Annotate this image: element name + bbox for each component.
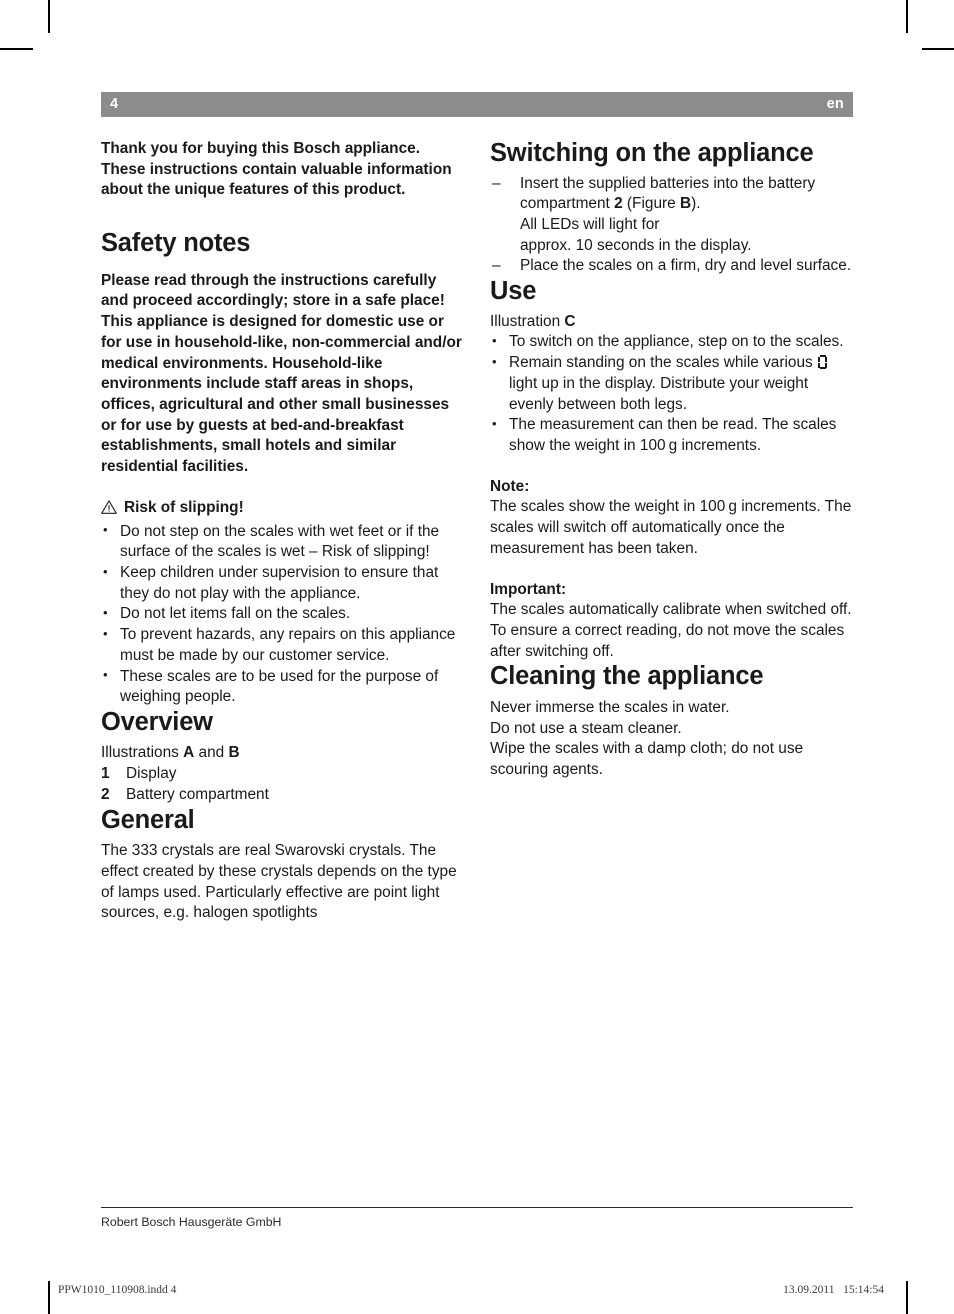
important-label: Important:	[490, 580, 567, 598]
legend-label: Battery compartment	[126, 786, 269, 804]
slug-timestamp: 13.09.2011 15:14:54	[783, 1284, 884, 1296]
language-code: en	[826, 96, 844, 113]
note-text: The scales show the weight in 100 g incr…	[490, 498, 852, 557]
legend-number: 2	[101, 786, 110, 804]
right-column: Switching on the appliance Insert the su…	[490, 139, 852, 924]
page-content: 4 en Thank you for buying this Bosch app…	[101, 92, 853, 1252]
list-item: Keep children under supervision to ensur…	[101, 563, 463, 604]
overview-illustration-a: A	[183, 743, 195, 761]
list-item: Remain standing on the scales while vari…	[490, 353, 852, 415]
heading-switching-on-the-appliance: Switching on the appliance	[490, 139, 814, 167]
heading-cleaning-the-appliance: Cleaning the appliance	[490, 662, 764, 691]
page-number: 4	[110, 96, 119, 113]
step-figure-letter: B	[679, 195, 692, 213]
footer-company-name: Robert Bosch Hausgeräte GmbH	[101, 1215, 282, 1229]
list-item: Insert the supplied batteries into the b…	[490, 174, 852, 257]
note-label: Note:	[490, 477, 530, 495]
risk-of-slipping-warning: Risk of slipping!	[101, 498, 463, 521]
step-text-line-2: All LEDs will light for	[520, 215, 660, 233]
seven-segment-digit-icon	[818, 355, 828, 370]
overview-illustration-b: B	[228, 743, 240, 761]
crop-mark-top-left-vertical	[48, 0, 50, 33]
footer-divider	[101, 1207, 853, 1208]
use-illustration-prefix: Illustration	[490, 312, 565, 330]
crop-mark-top-right-horizontal	[922, 48, 954, 50]
step-reference-number: 2	[614, 195, 623, 213]
list-item: 2 Battery compartment	[101, 785, 463, 806]
important-text-2: To ensure a correct reading, do not move…	[490, 622, 845, 660]
legend-number: 1	[101, 765, 110, 783]
cleaning-line-2: Do not use a steam cleaner.	[490, 719, 682, 737]
heading-safety-notes: Safety notes	[101, 229, 251, 258]
use-illustration-line: Illustration C	[490, 312, 852, 333]
cleaning-line-1: Never immerse the scales in water.	[490, 699, 730, 717]
safety-paragraph-2: This appliance is designed for domestic …	[101, 313, 462, 476]
two-column-body: Thank you for buying this Bosch applianc…	[101, 139, 853, 924]
cleaning-line-3: Wipe the scales with a damp cloth; do no…	[490, 740, 804, 779]
step-text-part-2: (Figure	[622, 195, 680, 213]
list-item: These scales are to be used for the purp…	[101, 666, 463, 708]
important-text-1: The scales automatically calibrate when …	[490, 601, 852, 619]
use-illustration-letter: C	[564, 312, 576, 330]
warning-triangle-icon	[101, 500, 117, 521]
heading-use: Use	[490, 277, 537, 306]
list-item: The measurement can then be read. The sc…	[490, 415, 852, 456]
safety-paragraph-1: Please read through the instructions car…	[101, 271, 445, 310]
legend-label: Display	[126, 765, 177, 783]
overview-illustrations-prefix: Illustrations	[101, 743, 184, 761]
list-item: Do not step on the scales with wet feet …	[101, 521, 463, 563]
list-item: Do not let items fall on the scales.	[101, 604, 463, 625]
crop-mark-bottom-left-vertical	[48, 1281, 50, 1314]
slug-filename: PPW1010_110908.indd 4	[58, 1284, 177, 1296]
left-column: Thank you for buying this Bosch applianc…	[101, 139, 463, 924]
step-text-part-3: ).	[691, 195, 701, 213]
step-text-line-3: approx. 10 seconds in the display.	[520, 236, 752, 254]
overview-illustrations-conjunction: and	[194, 743, 229, 761]
intro-paragraph: Thank you for buying this Bosch applianc…	[101, 140, 452, 199]
safety-bullet-list: Do not step on the scales with wet feet …	[101, 521, 463, 708]
heading-general: General	[101, 805, 195, 834]
heading-overview: Overview	[101, 708, 213, 737]
use-bullet-list: To switch on the appliance, step on to t…	[490, 332, 852, 456]
list-item: Place the scales on a firm, dry and leve…	[490, 256, 852, 277]
list-item: To switch on the appliance, step on to t…	[490, 332, 852, 353]
crop-mark-top-left-horizontal	[0, 48, 33, 50]
overview-illustrations-line: Illustrations A and B	[101, 743, 463, 764]
switching-on-steps: Insert the supplied batteries into the b…	[490, 174, 852, 278]
list-item: 1 Display	[101, 764, 463, 785]
overview-legend: 1 Display 2 Battery compartment	[101, 764, 463, 805]
crop-mark-bottom-right-vertical	[906, 1281, 908, 1314]
use-bullet-text-after-glyph: light up in the display. Distribute your…	[509, 374, 809, 413]
list-item: To prevent hazards, any repairs on this …	[101, 625, 463, 666]
warning-title: Risk of slipping!	[124, 498, 244, 516]
crop-mark-top-right-vertical	[906, 0, 908, 33]
use-bullet-text-before-glyph: Remain standing on the scales while vari…	[509, 354, 817, 372]
general-paragraph: The 333 crystals are real Swarovski crys…	[101, 842, 457, 922]
running-header: 4 en	[101, 92, 853, 117]
